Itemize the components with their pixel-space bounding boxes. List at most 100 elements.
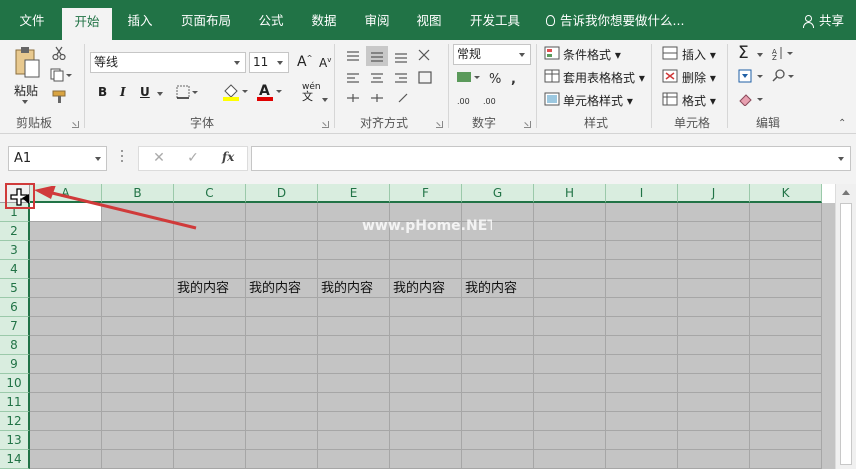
cell-d1[interactable] xyxy=(246,203,318,222)
cell-g8[interactable] xyxy=(462,336,534,355)
fill-color-icon[interactable] xyxy=(222,82,248,101)
cell-i13[interactable] xyxy=(606,431,678,450)
cell-j2[interactable] xyxy=(678,222,750,241)
cell-f3[interactable] xyxy=(390,241,462,260)
cell-k3[interactable] xyxy=(750,241,822,260)
cell-f5[interactable]: 我的内容 xyxy=(390,279,462,298)
copy-icon[interactable] xyxy=(50,68,72,82)
cell-i7[interactable] xyxy=(606,317,678,336)
column-header-i[interactable]: I xyxy=(606,184,678,203)
cell-a11[interactable] xyxy=(30,393,102,412)
row-header-9[interactable]: 9 xyxy=(0,355,30,374)
column-header-d[interactable]: D xyxy=(246,184,318,203)
cell-d11[interactable] xyxy=(246,393,318,412)
cell-c11[interactable] xyxy=(174,393,246,412)
paste-icon[interactable] xyxy=(12,46,42,80)
delete-cells-button[interactable]: 删除 ▾ xyxy=(682,69,716,86)
cell-a4[interactable] xyxy=(30,260,102,279)
cell-b4[interactable] xyxy=(102,260,174,279)
row-header-11[interactable]: 11 xyxy=(0,393,30,412)
underline-dropdown-icon[interactable] xyxy=(157,92,163,96)
cell-d4[interactable] xyxy=(246,260,318,279)
cell-h9[interactable] xyxy=(534,355,606,374)
cell-e10[interactable] xyxy=(318,374,390,393)
row-header-13[interactable]: 13 xyxy=(0,431,30,450)
cell-h13[interactable] xyxy=(534,431,606,450)
column-header-h[interactable]: H xyxy=(534,184,606,203)
clipboard-launcher-icon[interactable] xyxy=(72,121,79,128)
cell-b9[interactable] xyxy=(102,355,174,374)
conditional-format-button[interactable]: 条件格式 ▾ xyxy=(563,46,621,63)
cell-c8[interactable] xyxy=(174,336,246,355)
cell-h5[interactable] xyxy=(534,279,606,298)
cell-f14[interactable] xyxy=(390,450,462,469)
cell-j12[interactable] xyxy=(678,412,750,431)
cell-h4[interactable] xyxy=(534,260,606,279)
font-color-icon[interactable]: A xyxy=(256,82,282,101)
row-header-6[interactable]: 6 xyxy=(0,298,30,317)
cell-c9[interactable] xyxy=(174,355,246,374)
cell-h2[interactable] xyxy=(534,222,606,241)
cell-k12[interactable] xyxy=(750,412,822,431)
cell-area[interactable]: 我的内容 我的内容 我的内容 我的内容 我的内容 xyxy=(30,203,835,469)
cell-h8[interactable] xyxy=(534,336,606,355)
tab-formulas[interactable]: 公式 xyxy=(250,0,292,40)
row-header-3[interactable]: 3 xyxy=(0,241,30,260)
cell-b10[interactable] xyxy=(102,374,174,393)
cell-d6[interactable] xyxy=(246,298,318,317)
cell-d14[interactable] xyxy=(246,450,318,469)
cell-e5[interactable]: 我的内容 xyxy=(318,279,390,298)
cell-a12[interactable] xyxy=(30,412,102,431)
phonetic-dropdown-icon[interactable] xyxy=(322,98,328,102)
phonetic-button[interactable]: wén 文 xyxy=(302,83,321,103)
cell-g11[interactable] xyxy=(462,393,534,412)
cell-h12[interactable] xyxy=(534,412,606,431)
underline-button[interactable]: U xyxy=(140,85,150,99)
cell-j10[interactable] xyxy=(678,374,750,393)
cell-j13[interactable] xyxy=(678,431,750,450)
autosum-dropdown-icon[interactable] xyxy=(757,53,763,57)
cell-k9[interactable] xyxy=(750,355,822,374)
paste-dropdown-icon[interactable] xyxy=(22,100,28,104)
cell-d5[interactable]: 我的内容 xyxy=(246,279,318,298)
cell-i14[interactable] xyxy=(606,450,678,469)
cell-c5[interactable]: 我的内容 xyxy=(174,279,246,298)
cell-c12[interactable] xyxy=(174,412,246,431)
cell-i12[interactable] xyxy=(606,412,678,431)
row-header-5[interactable]: 5 xyxy=(0,279,30,298)
column-header-g[interactable]: G xyxy=(462,184,534,203)
vertical-scrollbar[interactable] xyxy=(835,184,856,469)
cell-g6[interactable] xyxy=(462,298,534,317)
cell-c13[interactable] xyxy=(174,431,246,450)
cell-i1[interactable] xyxy=(606,203,678,222)
tab-page-layout[interactable]: 页面布局 xyxy=(172,0,240,40)
cell-f10[interactable] xyxy=(390,374,462,393)
cell-k8[interactable] xyxy=(750,336,822,355)
cell-e11[interactable] xyxy=(318,393,390,412)
cell-d12[interactable] xyxy=(246,412,318,431)
cell-f6[interactable] xyxy=(390,298,462,317)
font-launcher-icon[interactable] xyxy=(322,121,329,128)
cell-g4[interactable] xyxy=(462,260,534,279)
cell-k5[interactable] xyxy=(750,279,822,298)
tab-data[interactable]: 数据 xyxy=(302,0,346,40)
cell-c4[interactable] xyxy=(174,260,246,279)
cell-h11[interactable] xyxy=(534,393,606,412)
format-as-table-button[interactable]: 套用表格格式 ▾ xyxy=(563,69,645,86)
cell-d7[interactable] xyxy=(246,317,318,336)
cell-d10[interactable] xyxy=(246,374,318,393)
cell-e9[interactable] xyxy=(318,355,390,374)
cell-f8[interactable] xyxy=(390,336,462,355)
cell-a9[interactable] xyxy=(30,355,102,374)
cell-a5[interactable] xyxy=(30,279,102,298)
cancel-entry-icon[interactable]: ✕ xyxy=(147,147,171,170)
cell-f13[interactable] xyxy=(390,431,462,450)
cell-c6[interactable] xyxy=(174,298,246,317)
number-launcher-icon[interactable] xyxy=(524,121,531,128)
cell-e14[interactable] xyxy=(318,450,390,469)
cell-b14[interactable] xyxy=(102,450,174,469)
cell-h14[interactable] xyxy=(534,450,606,469)
cell-e12[interactable] xyxy=(318,412,390,431)
cell-a6[interactable] xyxy=(30,298,102,317)
cell-k1[interactable] xyxy=(750,203,822,222)
